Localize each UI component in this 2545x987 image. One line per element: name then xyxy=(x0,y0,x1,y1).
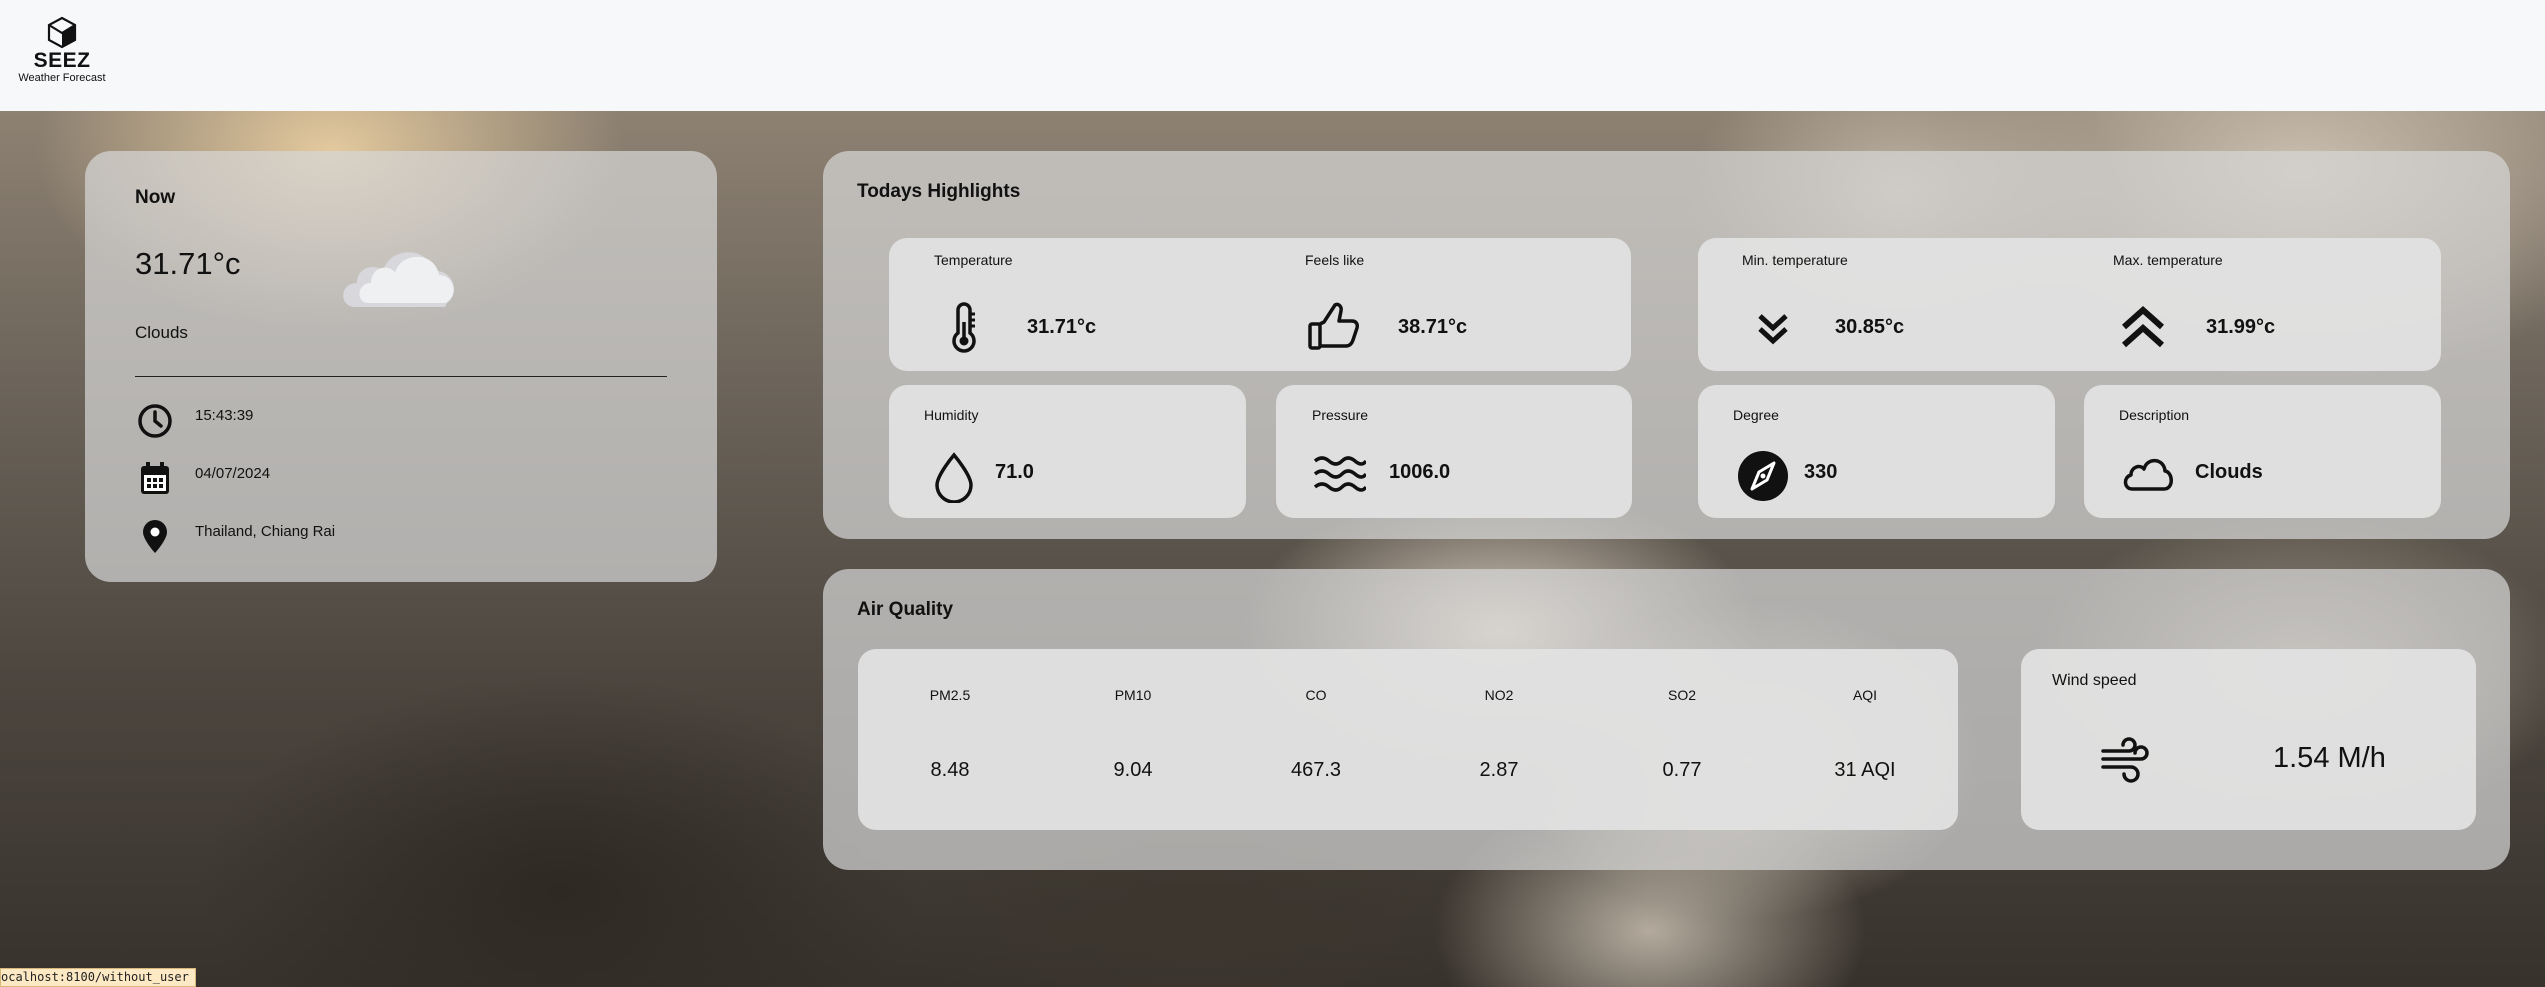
now-panel: Now 31.71°c Clouds 15:43:39 04/07/2024 T… xyxy=(85,151,717,582)
co-value: 467.3 xyxy=(1290,759,1342,781)
current-date: 04/07/2024 xyxy=(195,465,271,482)
no2-metric: NO2 2.87 xyxy=(1407,649,1591,830)
wind-speed-value: 1.54 M/h xyxy=(2273,742,2386,774)
pressure-value: 1006.0 xyxy=(1389,461,1451,483)
temperature-label: Temperature xyxy=(934,252,1013,268)
status-bar-url: ocalhost:8100/without_user xyxy=(0,968,196,987)
so2-value: 0.77 xyxy=(1662,759,1702,781)
brand-name: SEEZ xyxy=(33,49,91,72)
water-drop-icon xyxy=(935,452,973,503)
pm25-value: 8.48 xyxy=(930,759,970,781)
cube-logo-icon xyxy=(47,16,77,49)
waves-icon xyxy=(1313,456,1366,492)
humidity-card: Humidity 71.0 xyxy=(889,385,1246,518)
feels-like-value: 38.71°c xyxy=(1398,316,1468,338)
degree-value: 330 xyxy=(1804,461,1838,483)
min-max-card: Min. temperature 30.85°c Max. temperatur… xyxy=(1698,238,2441,371)
co-label: CO xyxy=(1305,687,1327,703)
clock-icon xyxy=(138,404,172,438)
min-temperature-value: 30.85°c xyxy=(1835,316,1905,338)
feels-like-label: Feels like xyxy=(1305,252,1365,268)
pressure-card: Pressure 1006.0 xyxy=(1276,385,1632,518)
no2-value: 2.87 xyxy=(1479,759,1519,781)
compass-icon xyxy=(1738,451,1788,501)
cloud-outline-icon xyxy=(2123,458,2173,491)
thumbs-up-icon xyxy=(1308,302,1359,350)
top-bar: SEEZ Weather Forecast xyxy=(0,0,2545,111)
current-temperature: 31.71°c xyxy=(135,246,241,281)
location-pin-icon xyxy=(143,520,167,553)
humidity-label: Humidity xyxy=(924,407,979,423)
brand-subtitle: Weather Forecast xyxy=(18,72,106,84)
min-temperature-label: Min. temperature xyxy=(1742,252,1848,268)
aqi-label: AQI xyxy=(1852,687,1878,703)
max-temperature-label: Max. temperature xyxy=(2113,252,2223,268)
aqi-metric: AQI 31 AQI xyxy=(1773,649,1957,830)
pm25-label: PM2.5 xyxy=(929,687,971,703)
description-value: Clouds xyxy=(2195,461,2263,483)
aqi-value: 31 AQI xyxy=(1834,759,1896,781)
current-time: 15:43:39 xyxy=(195,407,254,424)
app-logo[interactable]: SEEZ Weather Forecast xyxy=(14,16,110,85)
air-quality-title: Air Quality xyxy=(857,599,954,620)
pressure-label: Pressure xyxy=(1312,407,1369,423)
pm10-value: 9.04 xyxy=(1113,759,1153,781)
pollutants-card: PM2.5 8.48 PM10 9.04 CO 467.3 NO2 2.87 S… xyxy=(858,649,1958,830)
calendar-icon xyxy=(141,462,169,494)
temperature-card: Temperature 31.71°c Feels like 38.71°c xyxy=(889,238,1631,371)
pm10-label: PM10 xyxy=(1114,687,1152,703)
highlights-title: Todays Highlights xyxy=(857,181,1021,202)
cloud-icon xyxy=(343,252,455,307)
degree-label: Degree xyxy=(1733,407,1779,423)
co-metric: CO 467.3 xyxy=(1224,649,1408,830)
humidity-value: 71.0 xyxy=(995,461,1034,483)
divider xyxy=(135,376,667,377)
wind-icon xyxy=(2101,737,2149,783)
chevron-double-down-icon xyxy=(1758,314,1788,345)
now-title: Now xyxy=(135,187,176,208)
max-temperature-value: 31.99°c xyxy=(2206,316,2276,338)
degree-card: Degree 330 xyxy=(1698,385,2055,518)
current-location: Thailand, Chiang Rai xyxy=(195,523,336,540)
no2-label: NO2 xyxy=(1484,687,1514,703)
description-card: Description Clouds xyxy=(2084,385,2441,518)
wind-speed-card: Wind speed 1.54 M/h xyxy=(2021,649,2476,830)
wind-speed-label: Wind speed xyxy=(2052,672,2137,689)
description-label: Description xyxy=(2119,407,2190,423)
so2-metric: SO2 0.77 xyxy=(1590,649,1774,830)
so2-label: SO2 xyxy=(1667,687,1696,703)
thermometer-icon xyxy=(952,302,976,353)
pm25-metric: PM2.5 8.48 xyxy=(858,649,1042,830)
pm10-metric: PM10 9.04 xyxy=(1041,649,1225,830)
chevron-double-up-icon xyxy=(2121,305,2165,348)
air-quality-panel: Air Quality PM2.5 8.48 PM10 9.04 CO 467.… xyxy=(823,569,2510,870)
current-condition: Clouds xyxy=(135,323,188,342)
temperature-value: 31.71°c xyxy=(1027,316,1097,338)
highlights-panel: Todays Highlights Temperature 31.71°c Fe… xyxy=(823,151,2510,539)
